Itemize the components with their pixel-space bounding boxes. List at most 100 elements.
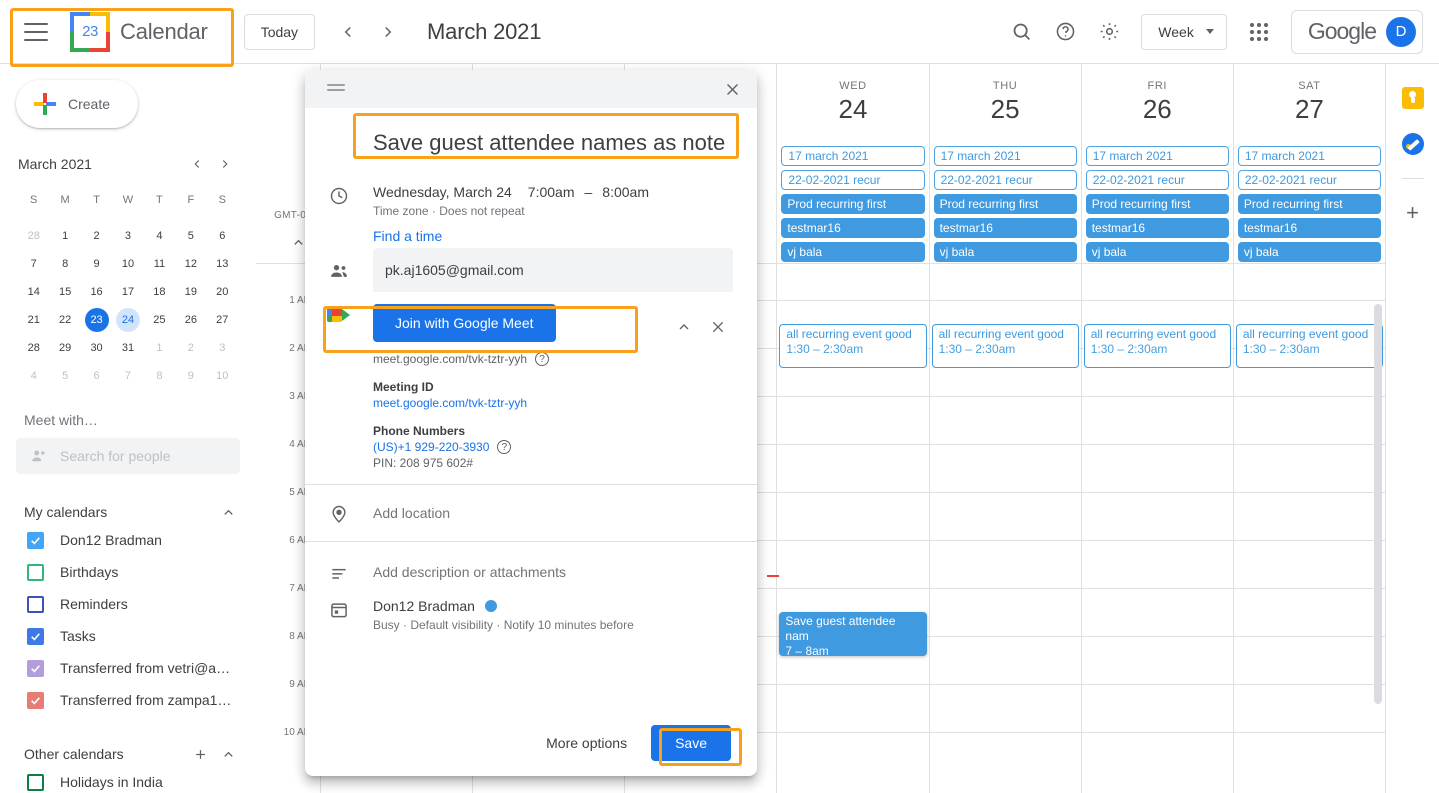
dialog-header[interactable] <box>305 70 757 108</box>
mini-calendar-day[interactable]: 4 <box>18 362 49 390</box>
mini-calendar-day[interactable]: 23 <box>81 306 112 334</box>
all-day-event[interactable]: Prod recurring first <box>1238 194 1381 214</box>
more-options-button[interactable]: More options <box>546 735 627 751</box>
meet-collapse-icon[interactable] <box>669 312 699 342</box>
previous-period-button[interactable] <box>331 15 365 49</box>
all-day-event[interactable]: Prod recurring first <box>1086 194 1229 214</box>
all-day-event[interactable]: Prod recurring first <box>781 194 924 214</box>
mini-calendar-day[interactable]: 19 <box>175 278 206 306</box>
all-day-event[interactable]: 22-02-2021 recur <box>1238 170 1381 190</box>
other-calendars-header[interactable]: Other calendars <box>24 742 240 766</box>
day-of-month-label[interactable]: 27 <box>1234 94 1385 125</box>
google-tasks-icon[interactable] <box>1401 132 1425 156</box>
mini-calendar-day[interactable]: 9 <box>175 362 206 390</box>
mini-calendar-day[interactable]: 16 <box>81 278 112 306</box>
view-mode-select[interactable]: Week <box>1141 14 1227 50</box>
day-column[interactable]: all recurring event good 1:30 – 2:30am <box>929 264 1081 793</box>
all-day-event[interactable]: testmar16 <box>781 218 924 238</box>
google-keep-icon[interactable] <box>1401 86 1425 110</box>
close-icon[interactable] <box>717 74 747 104</box>
collapse-allday-icon[interactable] <box>291 235 306 255</box>
calendar-owner-row[interactable]: Don12 Bradman Busy · Default visibility … <box>305 598 757 632</box>
main-menu-icon[interactable] <box>24 23 48 41</box>
create-button[interactable]: Create <box>16 80 138 128</box>
mini-calendar-day[interactable]: 12 <box>175 250 206 278</box>
calendar-checkbox[interactable] <box>27 532 44 549</box>
mini-calendar-day[interactable]: 27 <box>207 306 238 334</box>
add-addon-icon[interactable]: + <box>1401 201 1425 225</box>
event-end-time[interactable]: 8:00am <box>602 184 649 200</box>
calendar-checkbox[interactable] <box>27 692 44 709</box>
mini-calendar-day[interactable]: 29 <box>49 334 80 362</box>
event-title-input[interactable]: Save guest attendee names as note <box>373 130 733 156</box>
guest-email-input[interactable]: pk.aj1605@gmail.com <box>373 248 733 292</box>
mini-calendar-day[interactable]: 31 <box>112 334 143 362</box>
mini-calendar-day[interactable]: 6 <box>81 362 112 390</box>
location-row[interactable]: Add location <box>305 485 757 541</box>
all-day-event[interactable]: 17 march 2021 <box>781 146 924 166</box>
calendar-list-item[interactable]: Transferred from zampa1… <box>0 684 256 716</box>
mini-calendar-day[interactable]: 5 <box>49 362 80 390</box>
join-google-meet-button[interactable]: Join with Google Meet <box>373 304 556 342</box>
day-column[interactable]: all recurring event good 1:30 – 2:30am <box>1233 264 1385 793</box>
all-day-event[interactable]: 17 march 2021 <box>934 146 1077 166</box>
calendar-list-item[interactable]: Don12 Bradman <box>0 524 256 556</box>
calendar-checkbox[interactable] <box>27 774 44 791</box>
day-of-month-label[interactable]: 24 <box>777 94 928 125</box>
all-day-event[interactable]: vj bala <box>1086 242 1229 262</box>
timed-event[interactable]: all recurring event good 1:30 – 2:30am <box>779 324 926 368</box>
phone-help-icon[interactable]: ? <box>497 440 511 454</box>
grid-scrollbar[interactable] <box>1374 304 1382 704</box>
mini-calendar-day[interactable]: 9 <box>81 250 112 278</box>
mini-calendar-day[interactable]: 2 <box>175 334 206 362</box>
mini-calendar-day[interactable]: 20 <box>207 278 238 306</box>
save-button[interactable]: Save <box>651 725 731 761</box>
all-day-event[interactable]: 22-02-2021 recur <box>934 170 1077 190</box>
calendar-list-item[interactable]: Birthdays <box>0 556 256 588</box>
apps-grid-icon[interactable] <box>1239 12 1279 52</box>
day-column[interactable]: all recurring event good 1:30 – 2:30am <box>1081 264 1233 793</box>
description-row[interactable]: Add description or attachments <box>305 548 757 596</box>
all-day-event[interactable]: vj bala <box>934 242 1077 262</box>
mini-calendar-day[interactable]: 15 <box>49 278 80 306</box>
mini-calendar-day[interactable]: 21 <box>18 306 49 334</box>
all-day-event[interactable]: testmar16 <box>1238 218 1381 238</box>
calendar-list-item[interactable]: Tasks <box>0 620 256 652</box>
search-icon[interactable] <box>1001 12 1041 52</box>
calendar-list-item[interactable]: Reminders <box>0 588 256 620</box>
calendar-checkbox[interactable] <box>27 660 44 677</box>
timezone-repeat-text[interactable]: Time zone · Does not repeat <box>373 204 649 218</box>
day-column[interactable]: all recurring event good 1:30 – 2:30am S… <box>776 264 928 793</box>
calendar-list-item[interactable]: Transferred from vetri@an… <box>0 652 256 684</box>
mini-calendar-day[interactable]: 6 <box>207 222 238 250</box>
mini-calendar-day[interactable]: 17 <box>112 278 143 306</box>
find-a-time-link[interactable]: Find a time <box>373 228 757 244</box>
event-date[interactable]: Wednesday, March 24 <box>373 184 512 200</box>
my-calendars-collapse-icon[interactable] <box>216 500 240 524</box>
mini-calendar-day[interactable]: 14 <box>18 278 49 306</box>
calendar-checkbox[interactable] <box>27 596 44 613</box>
mini-calendar-day[interactable]: 5 <box>175 222 206 250</box>
mini-calendar-day[interactable]: 2 <box>81 222 112 250</box>
mini-calendar-day[interactable]: 1 <box>144 334 175 362</box>
mini-calendar-day[interactable]: 26 <box>175 306 206 334</box>
mini-calendar-day[interactable]: 25 <box>144 306 175 334</box>
mini-prev-month-button[interactable] <box>184 151 210 177</box>
mini-calendar-day[interactable]: 3 <box>112 222 143 250</box>
mini-calendar-day[interactable]: 10 <box>207 362 238 390</box>
people-search-input[interactable]: Search for people <box>16 438 240 474</box>
next-period-button[interactable] <box>371 15 405 49</box>
timed-event[interactable]: all recurring event good 1:30 – 2:30am <box>932 324 1079 368</box>
drag-handle-icon[interactable] <box>327 84 345 94</box>
mini-calendar-day[interactable]: 10 <box>112 250 143 278</box>
mini-calendar-day[interactable]: 24 <box>112 306 143 334</box>
gear-icon[interactable] <box>1089 12 1129 52</box>
help-icon[interactable] <box>1045 12 1085 52</box>
add-other-calendar-icon[interactable] <box>188 742 212 766</box>
mini-calendar-day[interactable]: 28 <box>18 222 49 250</box>
mini-calendar-day[interactable]: 8 <box>49 250 80 278</box>
my-calendars-header[interactable]: My calendars <box>24 500 240 524</box>
calendar-checkbox[interactable] <box>27 628 44 645</box>
remove-meet-icon[interactable] <box>703 312 733 342</box>
mini-calendar-day[interactable]: 13 <box>207 250 238 278</box>
